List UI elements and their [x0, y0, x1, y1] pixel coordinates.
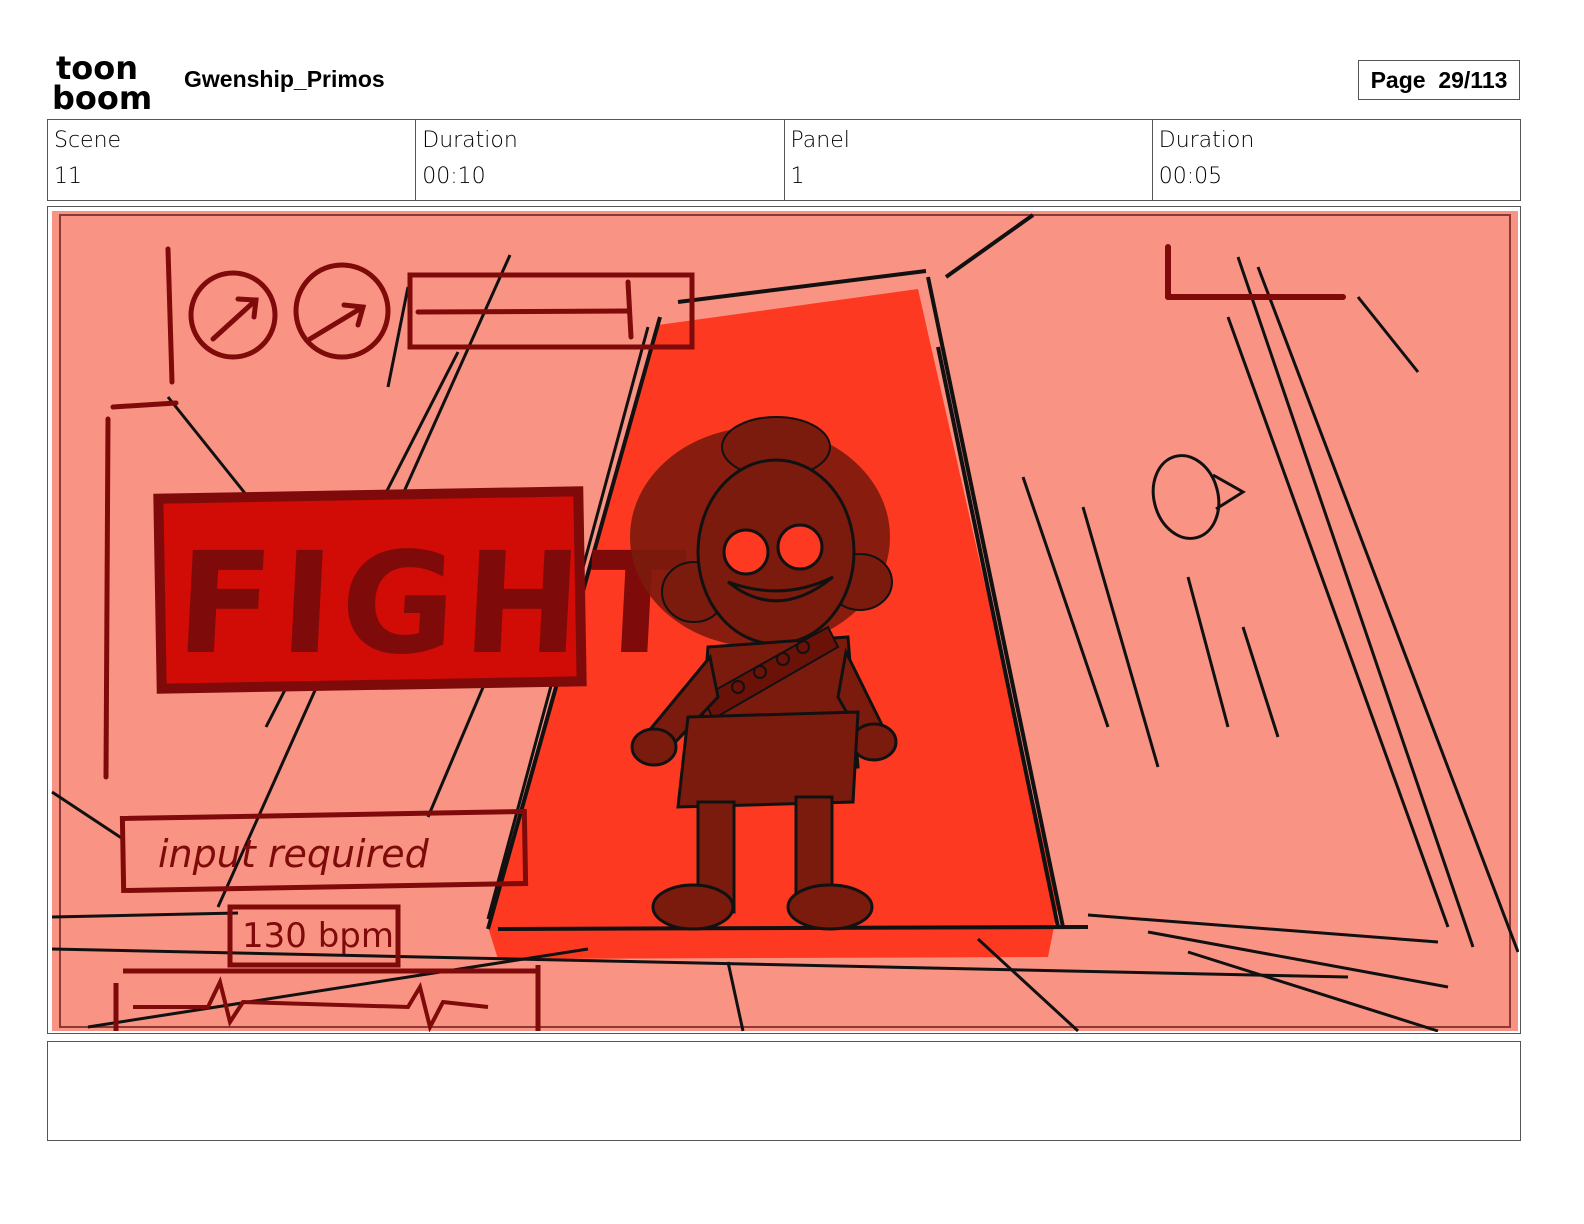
panel-label: Panel [790, 128, 850, 153]
scene-info-table: Scene 11 Duration 00:10 Panel 1 Duration… [47, 119, 1521, 201]
scene-value: 11 [54, 164, 82, 189]
panel-value: 1 [790, 164, 805, 189]
scene-label: Scene [54, 128, 122, 153]
page-indicator: Page 29/113 [1358, 60, 1520, 100]
scene-duration-label: Duration [422, 128, 518, 153]
panel-caption-box[interactable] [47, 1041, 1521, 1141]
input-required-text: input required [158, 832, 430, 876]
toon-boom-logo: toon boom [52, 52, 164, 112]
scene-cell: Scene 11 [48, 120, 417, 200]
panel-artwork: FIGHT input required 130 bpm [51, 211, 1519, 1032]
panel-duration-label: Duration [1158, 128, 1255, 153]
bpm-text: 130 bpm [242, 916, 394, 956]
scene-duration-value: 00:10 [422, 164, 486, 189]
panel-duration-cell: Duration 00:05 [1153, 120, 1520, 200]
panel-cell: Panel 1 [785, 120, 1153, 200]
logo-text-bottom: boom [52, 79, 152, 112]
scene-duration-cell: Duration 00:10 [416, 120, 785, 200]
storyboard-panel: FIGHT input required 130 bpm [47, 206, 1521, 1034]
panel-duration-value: 00:05 [1158, 164, 1223, 189]
project-title: Gwenship_Primos [184, 66, 385, 92]
fight-text: FIGHT [173, 523, 697, 686]
